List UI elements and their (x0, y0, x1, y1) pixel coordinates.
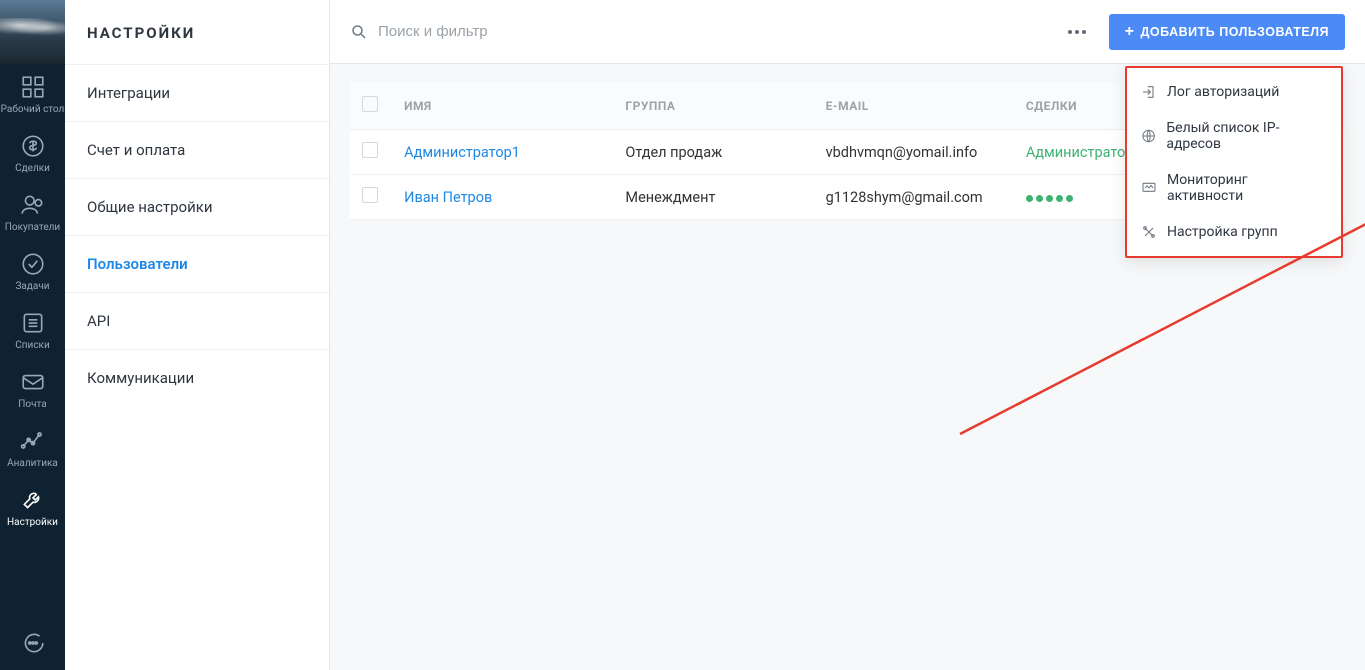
topbar: + ДОБАВИТЬ ПОЛЬЗОВАТЕЛЯ (330, 0, 1365, 64)
user-email: vbdhvmqn@yomail.info (814, 130, 1014, 175)
col-header-group[interactable]: ГРУППА (613, 82, 813, 130)
plus-icon: + (1125, 24, 1135, 40)
search-box[interactable] (350, 23, 1063, 41)
row-checkbox[interactable] (362, 187, 378, 203)
sidebar-item-billing[interactable]: Счет и оплата (65, 121, 329, 178)
workspace-avatar[interactable] (0, 0, 65, 64)
rail-item-label: Сделки (15, 163, 50, 174)
settings-sidebar: НАСТРОЙКИ Интеграции Счет и оплата Общие… (65, 0, 330, 670)
sidebar-item-label: Интеграции (87, 84, 170, 102)
rail-item-buyers[interactable]: Покупатели (0, 182, 65, 241)
rail-item-lists[interactable]: Списки (0, 300, 65, 359)
rail-item-label: Настройки (7, 517, 58, 528)
analytics-icon (20, 428, 46, 454)
main-area: + ДОБАВИТЬ ПОЛЬЗОВАТЕЛЯ ИМЯ ГРУППА E-MAI… (330, 0, 1365, 670)
rail-item-label: Рабочий стол (1, 104, 65, 115)
user-group: Отдел продаж (613, 130, 813, 175)
grid-icon (20, 74, 46, 100)
rail-item-tasks[interactable]: Задачи (0, 241, 65, 300)
col-header-name[interactable]: ИМЯ (392, 82, 613, 130)
add-button-label: ДОБАВИТЬ ПОЛЬЗОВАТЕЛЯ (1140, 25, 1329, 39)
rail-item-mail[interactable]: Почта (0, 359, 65, 418)
sidebar-item-label: API (87, 312, 110, 330)
sidebar-title: НАСТРОЙКИ (65, 0, 329, 64)
search-icon (350, 23, 368, 41)
menu-item-ip-whitelist[interactable]: Белый список IP-адресов (1127, 110, 1341, 162)
search-input[interactable] (378, 23, 678, 40)
sidebar-item-integrations[interactable]: Интеграции (65, 64, 329, 121)
dots-horizontal-icon (1067, 29, 1087, 35)
rail-item-dashboard[interactable]: Рабочий стол (0, 64, 65, 123)
login-log-icon (1141, 84, 1157, 100)
sidebar-item-label: Счет и оплата (87, 141, 185, 159)
sidebar-item-api[interactable]: API (65, 292, 329, 349)
user-name-link[interactable]: Администратор1 (404, 144, 520, 161)
rail-item-label: Списки (15, 340, 49, 351)
sidebar-item-label: Общие настройки (87, 198, 213, 216)
rail-item-label: Аналитика (7, 458, 58, 469)
menu-item-label: Лог авторизаций (1167, 84, 1279, 100)
sidebar-item-users[interactable]: Пользователи (65, 235, 329, 292)
more-menu: Лог авторизаций Белый список IP-адресов … (1125, 66, 1343, 258)
menu-item-auth-log[interactable]: Лог авторизаций (1127, 74, 1341, 110)
user-email: g1128shym@gmail.com (814, 175, 1014, 220)
check-circle-icon (20, 251, 46, 277)
menu-item-label: Мониторинг активности (1167, 172, 1327, 204)
globe-icon (1141, 128, 1156, 144)
rail-item-label: Задачи (15, 281, 49, 292)
content: ИМЯ ГРУППА E-MAIL СДЕЛКИ КОНТАКТЫ ГРУППЫ… (330, 64, 1365, 670)
user-group: Менеждмент (613, 175, 813, 220)
sidebar-item-communications[interactable]: Коммуникации (65, 349, 329, 406)
menu-item-groups[interactable]: Настройка групп (1127, 214, 1341, 250)
tools-icon (1141, 224, 1157, 240)
more-menu-trigger[interactable] (1063, 18, 1091, 46)
sidebar-item-label: Коммуникации (87, 369, 194, 387)
menu-item-label: Белый список IP-адресов (1166, 120, 1327, 152)
rail-item-label: Почта (18, 399, 46, 410)
money-icon (20, 133, 46, 159)
users-icon (20, 192, 46, 218)
rail-item-label: Покупатели (5, 222, 60, 233)
row-checkbox[interactable] (362, 142, 378, 158)
select-all-checkbox[interactable] (362, 96, 378, 112)
rail-item-settings[interactable]: Настройки (0, 477, 65, 536)
rail-item-analytics[interactable]: Аналитика (0, 418, 65, 477)
rail-item-deals[interactable]: Сделки (0, 123, 65, 182)
sidebar-item-label: Пользователи (87, 255, 188, 273)
user-name-link[interactable]: Иван Петров (404, 189, 492, 206)
monitor-icon (1141, 180, 1157, 196)
mail-icon (20, 369, 46, 395)
chat-icon (20, 630, 46, 656)
wrench-icon (20, 487, 46, 513)
menu-item-label: Настройка групп (1167, 224, 1278, 240)
add-user-button[interactable]: + ДОБАВИТЬ ПОЛЬЗОВАТЕЛЯ (1109, 14, 1345, 50)
sidebar-item-general[interactable]: Общие настройки (65, 178, 329, 235)
user-deals-perm: Администратор (1026, 144, 1134, 161)
col-header-email[interactable]: E-MAIL (814, 82, 1014, 130)
menu-item-activity[interactable]: Мониторинг активности (1127, 162, 1341, 214)
global-nav-rail: Рабочий стол Сделки Покупатели Задачи Сп… (0, 0, 65, 670)
rail-item-chat[interactable] (0, 616, 65, 670)
list-icon (20, 310, 46, 336)
